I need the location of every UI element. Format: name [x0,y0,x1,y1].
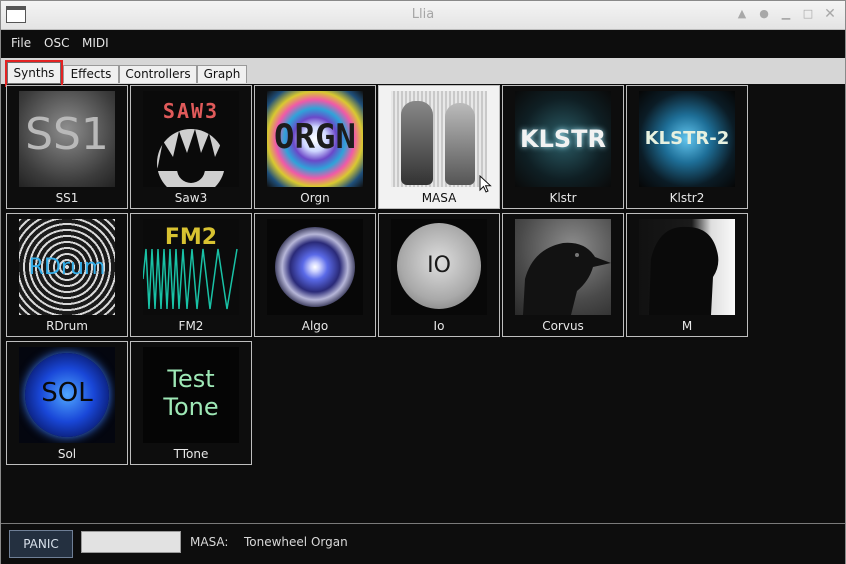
gear-icon[interactable]: ● [757,7,771,21]
selected-synth-label: MASA: [190,535,229,549]
tab-effects[interactable]: Effects [63,65,119,83]
synth-label: Orgn [300,191,330,205]
maximize-icon[interactable]: □ [801,7,815,21]
tab-graph[interactable]: Graph [197,65,247,83]
synth-label: Io [433,319,445,333]
m-thumbnail [639,219,735,315]
tab-highlight-box [5,60,63,87]
crow-icon [523,242,611,315]
masa-right-figure-icon [445,103,475,185]
synth-label: RDrum [46,319,88,333]
status-bar: PANIC MASA: Tonewheel Organ [1,523,845,564]
algo-orb-icon [275,227,355,307]
orgn-thumbnail: ORGN [267,91,363,187]
synth-label: M [681,319,693,333]
synth-tile-corvus[interactable]: Corvus [502,213,624,337]
synth-label: Saw3 [174,191,208,205]
synth-label: FM2 [178,319,204,333]
klstr-thumbnail: KLSTR [515,91,611,187]
synth-tile-sol[interactable]: SOL Sol [6,341,128,465]
synth-label: TTone [173,447,209,461]
close-icon[interactable]: ✕ [823,7,837,21]
ttone-thumbnail: Test Tone [143,347,239,443]
synth-label: Sol [57,447,77,461]
tab-controllers[interactable]: Controllers [119,65,197,83]
klstr2-thumbnail: KLSTR-2 [639,91,735,187]
panic-button[interactable]: PANIC [9,530,73,558]
synth-label: SS1 [55,191,79,205]
io-thumbnail-text: IO [427,253,451,278]
synth-tile-fm2[interactable]: FM2 FM2 [130,213,252,337]
saw-blade-icon [157,129,227,187]
synth-label: Algo [301,319,329,333]
tab-bar: Synths Effects Controllers Graph [1,58,845,84]
status-input-field[interactable] [81,531,181,553]
io-thumbnail: IO [391,219,487,315]
mouse-cursor-icon [479,175,492,193]
synth-label: Klstr2 [669,191,705,205]
synth-tile-rdrum[interactable]: RDrum RDrum [6,213,128,337]
synth-tile-ttone[interactable]: Test Tone TTone [130,341,252,465]
synth-tile-klstr2[interactable]: KLSTR-2 Klstr2 [626,85,748,209]
sol-thumbnail: SOL [19,347,115,443]
klstr-thumbnail-text: KLSTR [519,125,607,153]
synth-tile-orgn[interactable]: ORGN Orgn [254,85,376,209]
menu-osc[interactable]: OSC [44,36,69,50]
ss1-thumbnail: SS1 [19,91,115,187]
rdrum-thumbnail-text: RDrum [28,255,106,280]
synth-tile-klstr[interactable]: KLSTR Klstr [502,85,624,209]
synth-tile-m[interactable]: M [626,213,748,337]
synth-tile-io[interactable]: IO Io [378,213,500,337]
minimize-icon[interactable]: ▁ [779,7,793,21]
selected-synth-description: Tonewheel Organ [244,535,348,549]
ttone-thumbnail-text: Test Tone [163,365,219,421]
corvus-thumbnail [515,219,611,315]
synth-tile-saw3[interactable]: SAW3 Saw3 [130,85,252,209]
synth-label: Klstr [549,191,577,205]
saw3-thumbnail: SAW3 [143,91,239,187]
masa-left-figure-icon [401,101,433,185]
masa-thumbnail [391,91,487,187]
menu-file[interactable]: File [11,36,31,50]
ss1-thumbnail-text: SS1 [25,109,109,160]
silhouette-icon [649,226,719,315]
app-window: Llia ▲ ● ▁ □ ✕ File OSC MIDI Synths Effe… [0,0,846,564]
title-bar: Llia ▲ ● ▁ □ ✕ [1,1,845,30]
synth-tile-ss1[interactable]: SS1 SS1 [6,85,128,209]
menu-bar: File OSC MIDI [1,30,845,56]
keep-above-icon[interactable]: ▲ [735,7,749,21]
menu-midi[interactable]: MIDI [82,36,109,50]
synth-label: MASA [421,191,457,205]
synth-tile-algo[interactable]: Algo [254,213,376,337]
fm2-thumbnail: FM2 [143,219,239,315]
klstr2-thumbnail-text: KLSTR-2 [644,128,730,149]
rdrum-thumbnail: RDrum [19,219,115,315]
fm2-thumbnail-text: FM2 [164,225,218,250]
algo-thumbnail [267,219,363,315]
sol-thumbnail-text: SOL [41,378,93,408]
synth-label: Corvus [542,319,584,333]
window-title: Llia [411,7,435,22]
orgn-thumbnail-text: ORGN [274,117,356,157]
